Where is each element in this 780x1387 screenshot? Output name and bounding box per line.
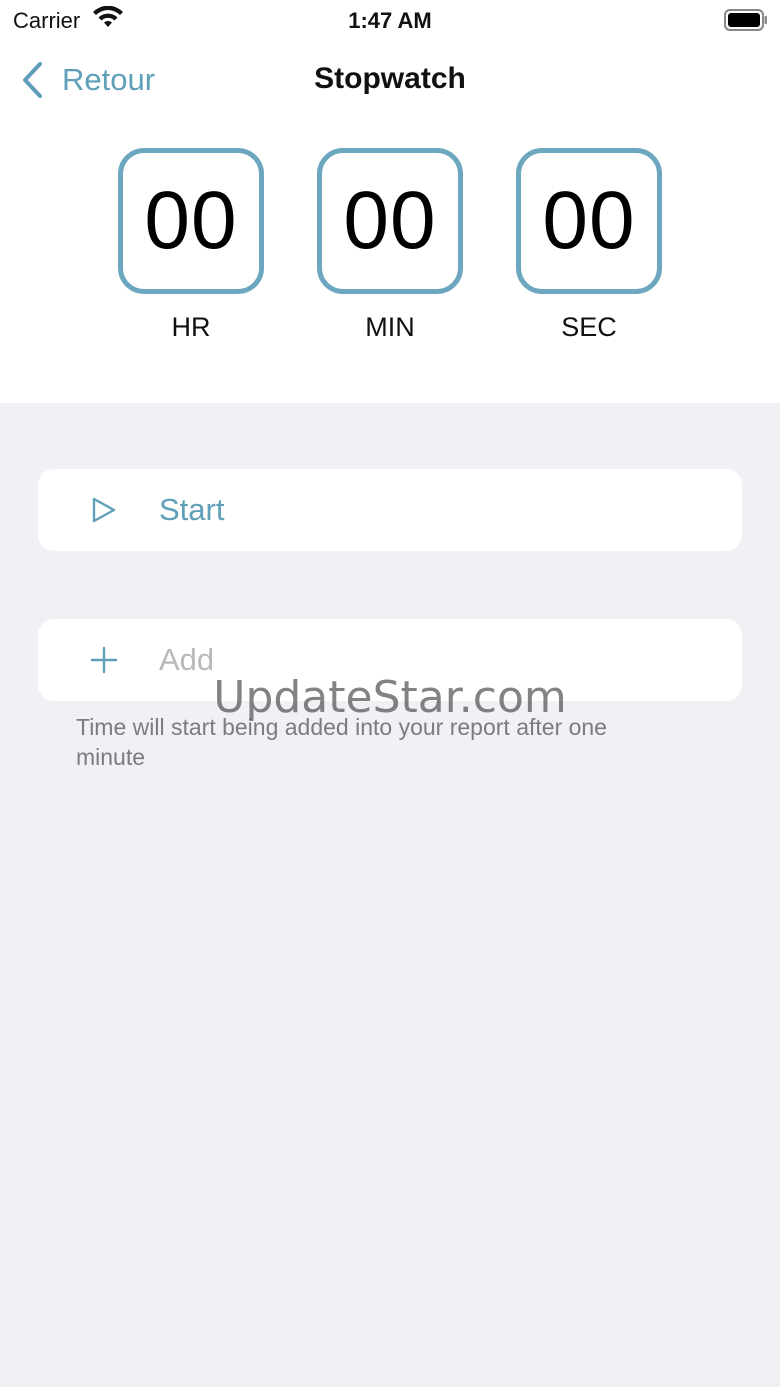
seconds-unit: 00 SEC	[516, 148, 664, 343]
hours-unit: 00 HR	[118, 148, 266, 343]
battery-icon	[724, 9, 767, 31]
hours-label: HR	[171, 312, 211, 342]
start-label: Start	[159, 492, 225, 527]
watermark: UpdateStar.com	[213, 672, 567, 723]
minutes-display: 00	[317, 148, 463, 294]
minutes-unit: 00 MIN	[317, 148, 465, 343]
start-button[interactable]: Start	[38, 469, 742, 551]
plus-icon	[90, 646, 118, 674]
play-icon	[92, 497, 116, 523]
seconds-label: SEC	[561, 312, 617, 342]
page-title: Stopwatch	[314, 62, 466, 95]
hours-display: 00	[118, 148, 264, 294]
status-bar: Carrier 1:47 AM	[0, 0, 780, 40]
top-panel: Carrier 1:47 AM Retour Stopwatch 00 HR 0…	[0, 0, 780, 403]
seconds-display: 00	[516, 148, 662, 294]
minutes-label: MIN	[365, 312, 415, 342]
status-time: 1:47 AM	[348, 8, 432, 33]
